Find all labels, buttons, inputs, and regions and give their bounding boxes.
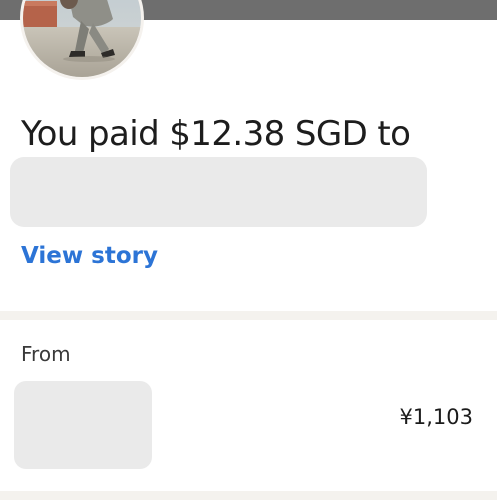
view-story-link[interactable]: View story — [21, 240, 158, 272]
recipient-name-placeholder — [10, 157, 427, 227]
payment-headline: You paid $12.38 SGD to — [21, 114, 411, 154]
avatar — [20, 0, 144, 80]
section-divider — [0, 491, 497, 500]
funding-source-placeholder — [14, 381, 152, 469]
section-divider — [0, 311, 497, 320]
funding-amount: ¥1,103 — [399, 405, 473, 429]
avatar-photo — [23, 0, 141, 77]
from-label: From — [21, 342, 71, 366]
